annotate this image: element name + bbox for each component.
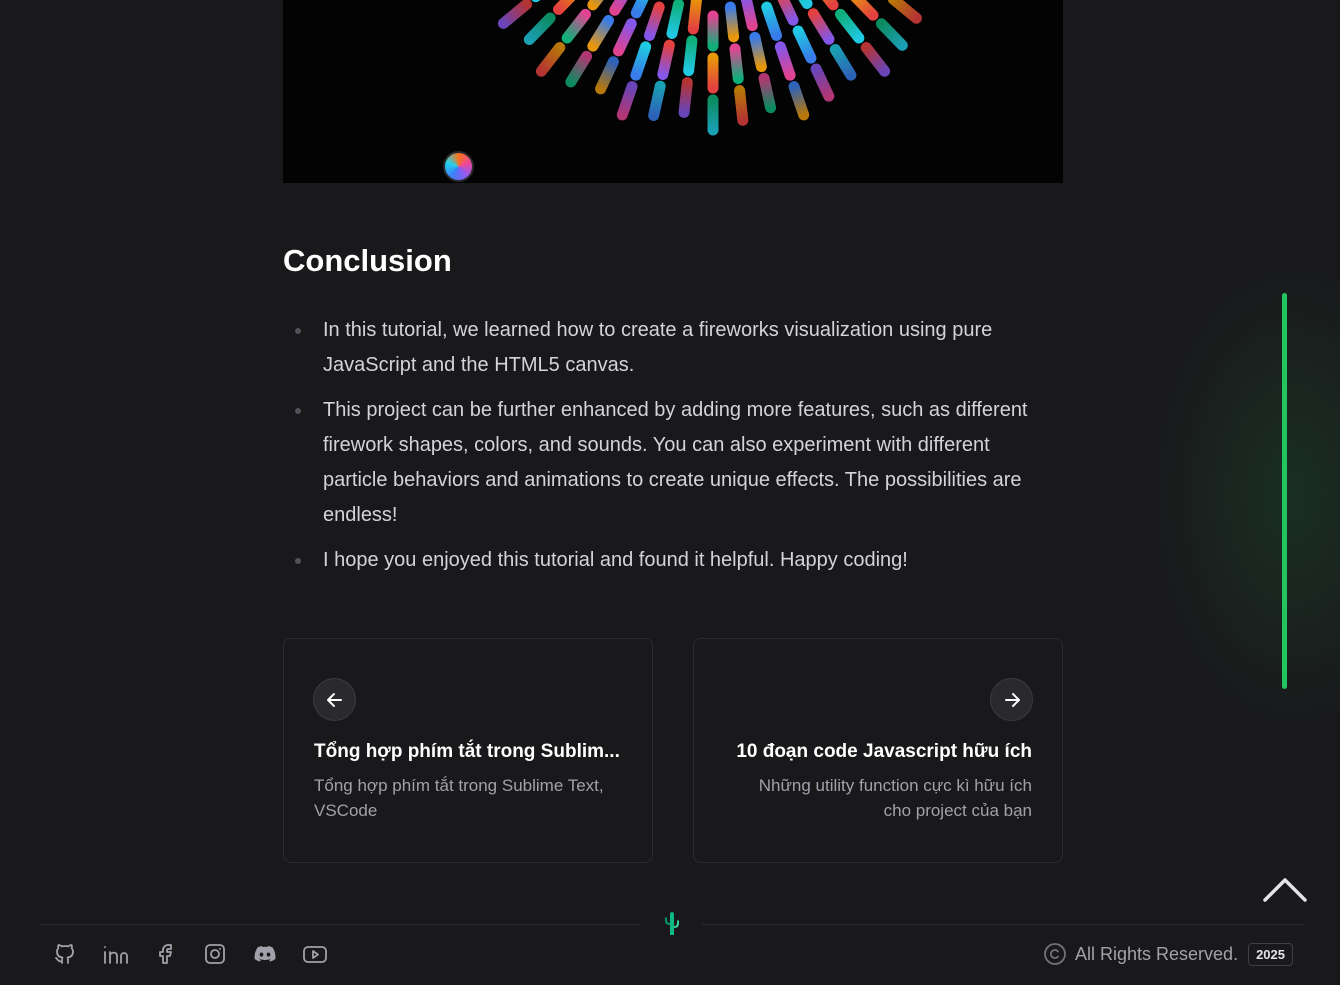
firework-streak — [497, 0, 533, 29]
firework-streak — [887, 0, 922, 24]
discord-icon — [254, 946, 276, 962]
fireworks-illustration — [497, 0, 922, 136]
firework-streak — [630, 41, 652, 81]
footer-divider — [702, 924, 1304, 925]
firework-streak — [616, 81, 638, 121]
firework-streak — [829, 44, 857, 81]
firework-streak — [875, 18, 908, 51]
firework-streak — [666, 0, 685, 39]
linkedin-link[interactable] — [102, 940, 128, 968]
firework-streak — [822, 0, 839, 11]
list-item: This project can be further enhanced by … — [292, 393, 1052, 533]
list-item: In this tutorial, we learned how to crea… — [292, 313, 1052, 383]
firework-streak — [630, 0, 649, 19]
arrow-right-icon — [1004, 692, 1020, 707]
firework-streak — [734, 85, 749, 126]
social-links — [52, 940, 328, 968]
firework-streak — [561, 8, 592, 44]
firework-streak — [609, 0, 628, 16]
firework-streak — [749, 31, 767, 73]
site-logo-badge — [443, 151, 474, 182]
firework-streak — [612, 18, 637, 57]
facebook-link[interactable] — [152, 940, 178, 968]
instagram-icon — [205, 944, 225, 964]
firework-streak — [792, 25, 817, 64]
firework-streak — [850, 0, 879, 21]
firework-streak — [740, 0, 758, 32]
previous-post-title[interactable]: Tổng hợp phím tắt trong Sublim... — [314, 741, 620, 763]
firework-streak — [798, 0, 813, 9]
back-to-top-button[interactable] — [1262, 872, 1308, 906]
linkedin-icon — [104, 946, 128, 964]
firework-streak — [758, 72, 777, 114]
copyright: All Rights Reserved. 2025 — [1043, 940, 1293, 968]
firework-streak — [687, 0, 702, 35]
youtube-link[interactable] — [302, 940, 328, 968]
conclusion-list: In this tutorial, we learned how to crea… — [292, 313, 1052, 588]
firework-streak — [535, 42, 566, 77]
firework-streak — [834, 8, 865, 44]
firework-streak — [724, 1, 740, 43]
instagram-link[interactable] — [202, 940, 228, 968]
page: Conclusion In this tutorial, we learned … — [0, 0, 1340, 985]
list-item: I hope you enjoyed this tutorial and fou… — [292, 543, 1052, 578]
firework-streak — [657, 39, 675, 80]
reading-progress-fill — [1282, 293, 1287, 689]
firework-streak — [860, 42, 891, 77]
previous-post-description: Tổng hợp phím tắt trong Sublime Text, VS… — [314, 776, 604, 820]
previous-post-button[interactable] — [313, 678, 356, 721]
firework-streak — [777, 0, 799, 26]
discord-link[interactable] — [252, 940, 278, 968]
firework-streak — [774, 41, 796, 81]
firework-streak — [810, 63, 835, 102]
previous-post-card[interactable]: Tổng hợp phím tắt trong Sublim... Tổng h… — [283, 638, 653, 863]
next-post-title[interactable]: 10 đoạn code Javascript hữu ích — [736, 741, 1032, 763]
facebook-icon — [159, 944, 172, 964]
section-title: Conclusion — [283, 243, 452, 278]
next-post-card[interactable]: 10 đoạn code Javascript hữu ích Những ut… — [693, 638, 1063, 863]
firework-streak — [644, 1, 665, 41]
firework-streak — [761, 1, 782, 41]
progress-glow — [1150, 260, 1340, 730]
firework-streak — [648, 80, 666, 121]
firework-streak — [683, 35, 698, 77]
firework-streak — [523, 12, 556, 46]
youtube-icon — [303, 946, 327, 963]
firework-streak — [587, 15, 615, 52]
chevron-up-icon — [1263, 878, 1307, 902]
firework-streak — [678, 77, 693, 118]
next-post-description: Những utility function cực kì hữu ích ch… — [758, 776, 1032, 820]
firework-streak — [788, 81, 810, 121]
next-post-button[interactable] — [990, 678, 1033, 721]
firework-streak — [553, 0, 576, 15]
firework-streak — [807, 8, 835, 45]
cactus-logo-icon — [665, 912, 679, 935]
firework-streak — [595, 56, 619, 95]
year-badge: 2025 — [1248, 942, 1293, 966]
firework-streak — [729, 43, 744, 85]
reading-progress-bar — [1282, 293, 1287, 689]
hero-image — [283, 0, 1063, 183]
firework-streak — [565, 50, 593, 88]
copyright-text: All Rights Reserved. — [1075, 943, 1239, 964]
firework-streak — [587, 0, 604, 11]
github-link[interactable] — [52, 940, 78, 968]
arrow-left-icon — [326, 692, 342, 707]
github-icon — [55, 944, 74, 964]
footer-divider — [40, 924, 640, 925]
copyright-icon — [1044, 943, 1066, 965]
